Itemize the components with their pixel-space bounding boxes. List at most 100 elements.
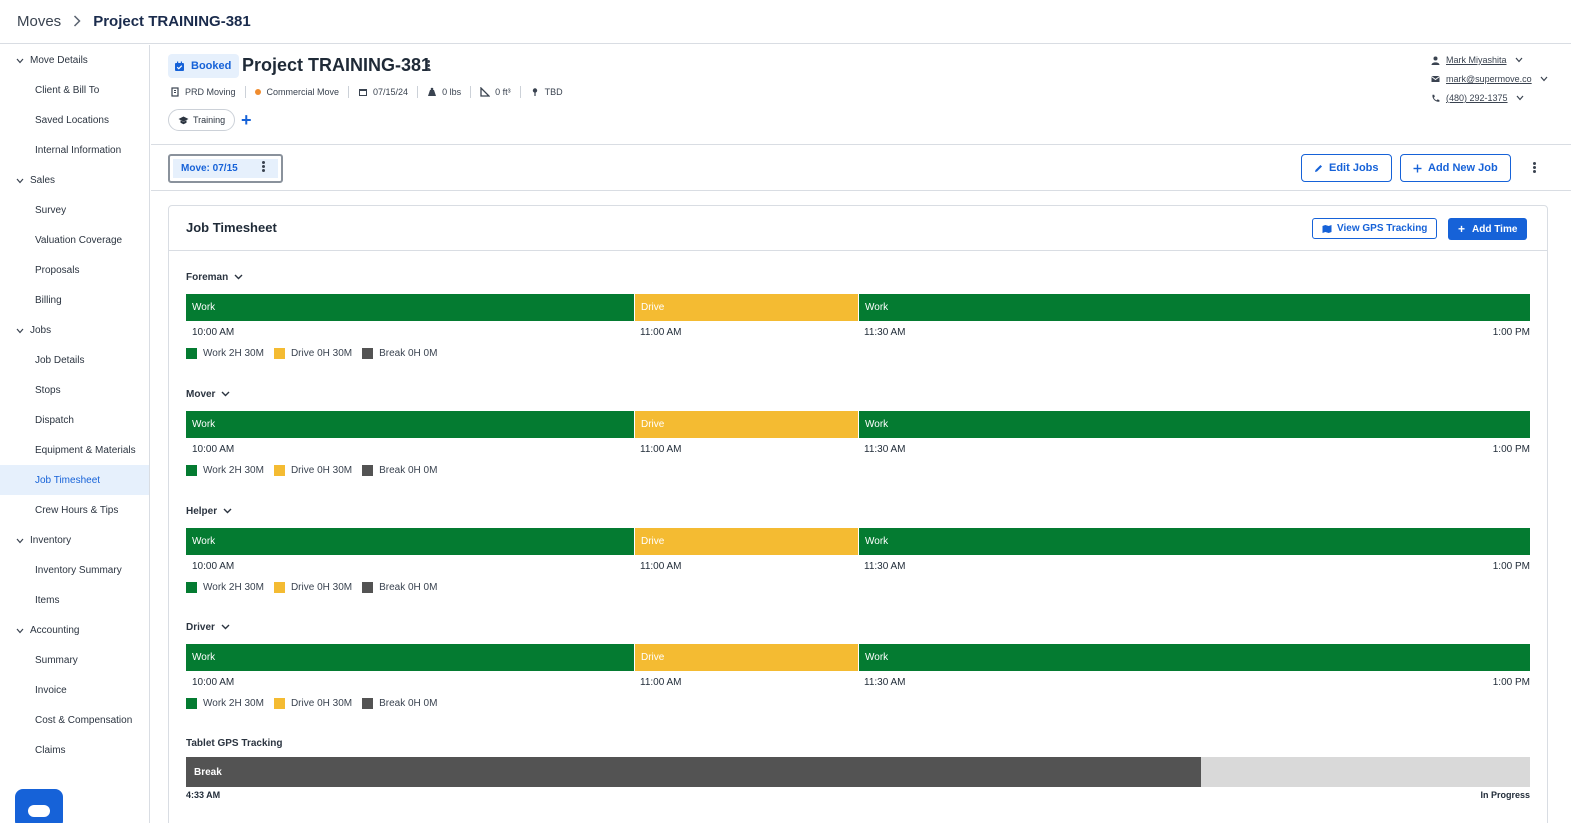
gps-end-status: In Progress [1480,790,1530,800]
contact-phone[interactable]: (480) 292-1375 [1431,93,1524,103]
plus-icon: + [1458,222,1466,236]
role-name: Driver [186,621,215,633]
sidebar-item-invoice[interactable]: Invoice [0,675,149,705]
timeline-segment-work[interactable]: Work [858,644,1530,671]
chevron-down-icon [16,176,24,184]
timeline-segment-work[interactable]: Work [186,411,634,438]
sidebar-item-internal-information[interactable]: Internal Information [0,135,149,165]
sidebar-item-survey[interactable]: Survey [0,195,149,225]
contact-name[interactable]: Mark Miyashita [1431,55,1523,65]
chevron-down-icon [223,508,232,514]
timeline-segment-drive[interactable]: Drive [634,528,858,555]
sidebar-section-jobs[interactable]: Jobs [0,315,149,345]
edit-jobs-button[interactable]: Edit Jobs [1301,154,1392,182]
sidebar-section-move-details[interactable]: Move Details [0,45,149,75]
time-tick: 10:00 AM [192,561,235,572]
sidebar-section-label: Move Details [30,54,88,66]
role-toggle[interactable]: Driver [186,620,1530,634]
sidebar-section-accounting[interactable]: Accounting [0,615,149,645]
time-tick: 10:00 AM [192,677,235,688]
legend-label: Work 2H 30M [203,465,264,476]
role-toggle[interactable]: Mover [186,387,1530,401]
project-meta: PRD Moving Commercial Move 07/15/24 0 lb… [170,86,563,98]
sidebar-item-job-timesheet[interactable]: Job Timesheet [0,465,149,495]
tag-chip-training[interactable]: Training [168,109,236,131]
chevron-down-icon [234,274,243,280]
meta-location-text: TBD [544,87,563,97]
legend-label: Work 2H 30M [203,698,264,709]
timeline-segment-work[interactable]: Work [186,528,634,555]
add-tag-icon[interactable]: + [241,111,252,129]
chat-icon [28,805,50,817]
sidebar-item-job-details[interactable]: Job Details [0,345,149,375]
role-toggle[interactable]: Foreman [186,270,1530,284]
move-tab[interactable]: Move: 07/15 [168,154,283,183]
add-time-button[interactable]: + Add Time [1448,218,1528,240]
chevron-down-icon [1515,57,1522,63]
timeline-segment-work[interactable]: Work [858,528,1530,555]
timeline-bar: Work Drive Work [186,294,1530,321]
legend-swatch [273,698,285,709]
job-more-icon[interactable] [1533,161,1536,174]
view-gps-tracking-button[interactable]: View GPS Tracking [1312,218,1438,239]
timeline-segment-drive[interactable]: Drive [634,644,858,671]
time-tick: 11:30 AM [864,677,906,688]
sidebar-item-client-bill-to[interactable]: Client & Bill To [0,75,149,105]
weight-icon [428,87,437,96]
sidebar-item-inventory-summary[interactable]: Inventory Summary [0,555,149,585]
legend-item: Drive 0H 30M [273,582,352,593]
sidebar-item-claims[interactable]: Claims [0,735,149,765]
move-tab-more-icon[interactable] [262,160,265,173]
chat-button[interactable] [15,789,63,823]
legend-swatch [186,582,197,593]
add-new-job-button[interactable]: Add New Job [1400,154,1511,182]
role-toggle[interactable]: Helper [186,504,1530,518]
legend-swatch [273,348,285,359]
timeline-segment-work[interactable]: Work [186,294,634,321]
sidebar-item-saved-locations[interactable]: Saved Locations [0,105,149,135]
role-name: Helper [186,505,218,517]
sidebar-item-billing[interactable]: Billing [0,285,149,315]
page-title: Project TRAINING-381 [242,55,432,75]
legend-label: Break 0H 0M [379,465,438,476]
time-tick: 11:00 AM [640,561,682,572]
meta-volume-text: 0 ft³ [495,87,511,97]
chevron-down-icon [221,391,230,397]
sidebar-section-inventory[interactable]: Inventory [0,525,149,555]
timeline-segment-work[interactable]: Work [858,411,1530,438]
sidebar-item-items[interactable]: Items [0,585,149,615]
sidebar-item-summary[interactable]: Summary [0,645,149,675]
meta-location: TBD [530,87,563,97]
sidebar-item-proposals[interactable]: Proposals [0,255,149,285]
ruler-triangle-icon [480,87,491,97]
sidebar-item-valuation-coverage[interactable]: Valuation Coverage [0,225,149,255]
sidebar-item-dispatch[interactable]: Dispatch [0,405,149,435]
legend-label: Break 0H 0M [379,582,438,593]
sidebar-section-sales[interactable]: Sales [0,165,149,195]
sidebar-item-cost-compensation[interactable]: Cost & Compensation [0,705,149,735]
sidebar: Move Details Client & Bill To Saved Loca… [0,45,150,823]
timeline-segment-drive[interactable]: Drive [634,294,858,321]
job-timesheet-card: Job Timesheet View GPS Tracking + Add Ti… [168,205,1548,823]
time-tick: 11:00 AM [640,327,682,338]
breadcrumb-moves-link[interactable]: Moves [17,13,61,30]
divider [348,86,350,98]
contact-phone-text: (480) 292-1375 [1446,93,1508,103]
legend: Work 2H 30M Drive 0H 30M Break 0H 0M [186,465,447,476]
project-more-icon[interactable] [425,59,431,73]
graduation-cap-icon [178,116,189,124]
sidebar-item-stops[interactable]: Stops [0,375,149,405]
pencil-icon [1315,164,1322,172]
time-tick: 1:00 PM [1492,677,1530,688]
timeline-segment-drive[interactable]: Drive [634,411,858,438]
sidebar-item-crew-hours-tips[interactable]: Crew Hours & Tips [0,495,149,525]
contact-email[interactable]: mark@supermove.co [1431,74,1548,84]
timeline-segment-work[interactable]: Work [858,294,1530,321]
sidebar-item-equipment-materials[interactable]: Equipment & Materials [0,435,149,465]
time-tick: 1:00 PM [1492,561,1530,572]
timeline-segment-work[interactable]: Work [186,644,634,671]
chevron-down-icon [1540,76,1548,82]
legend-swatch [186,348,197,359]
gps-break-segment[interactable]: Break [186,757,1201,787]
move-type-dot-icon [254,89,261,95]
